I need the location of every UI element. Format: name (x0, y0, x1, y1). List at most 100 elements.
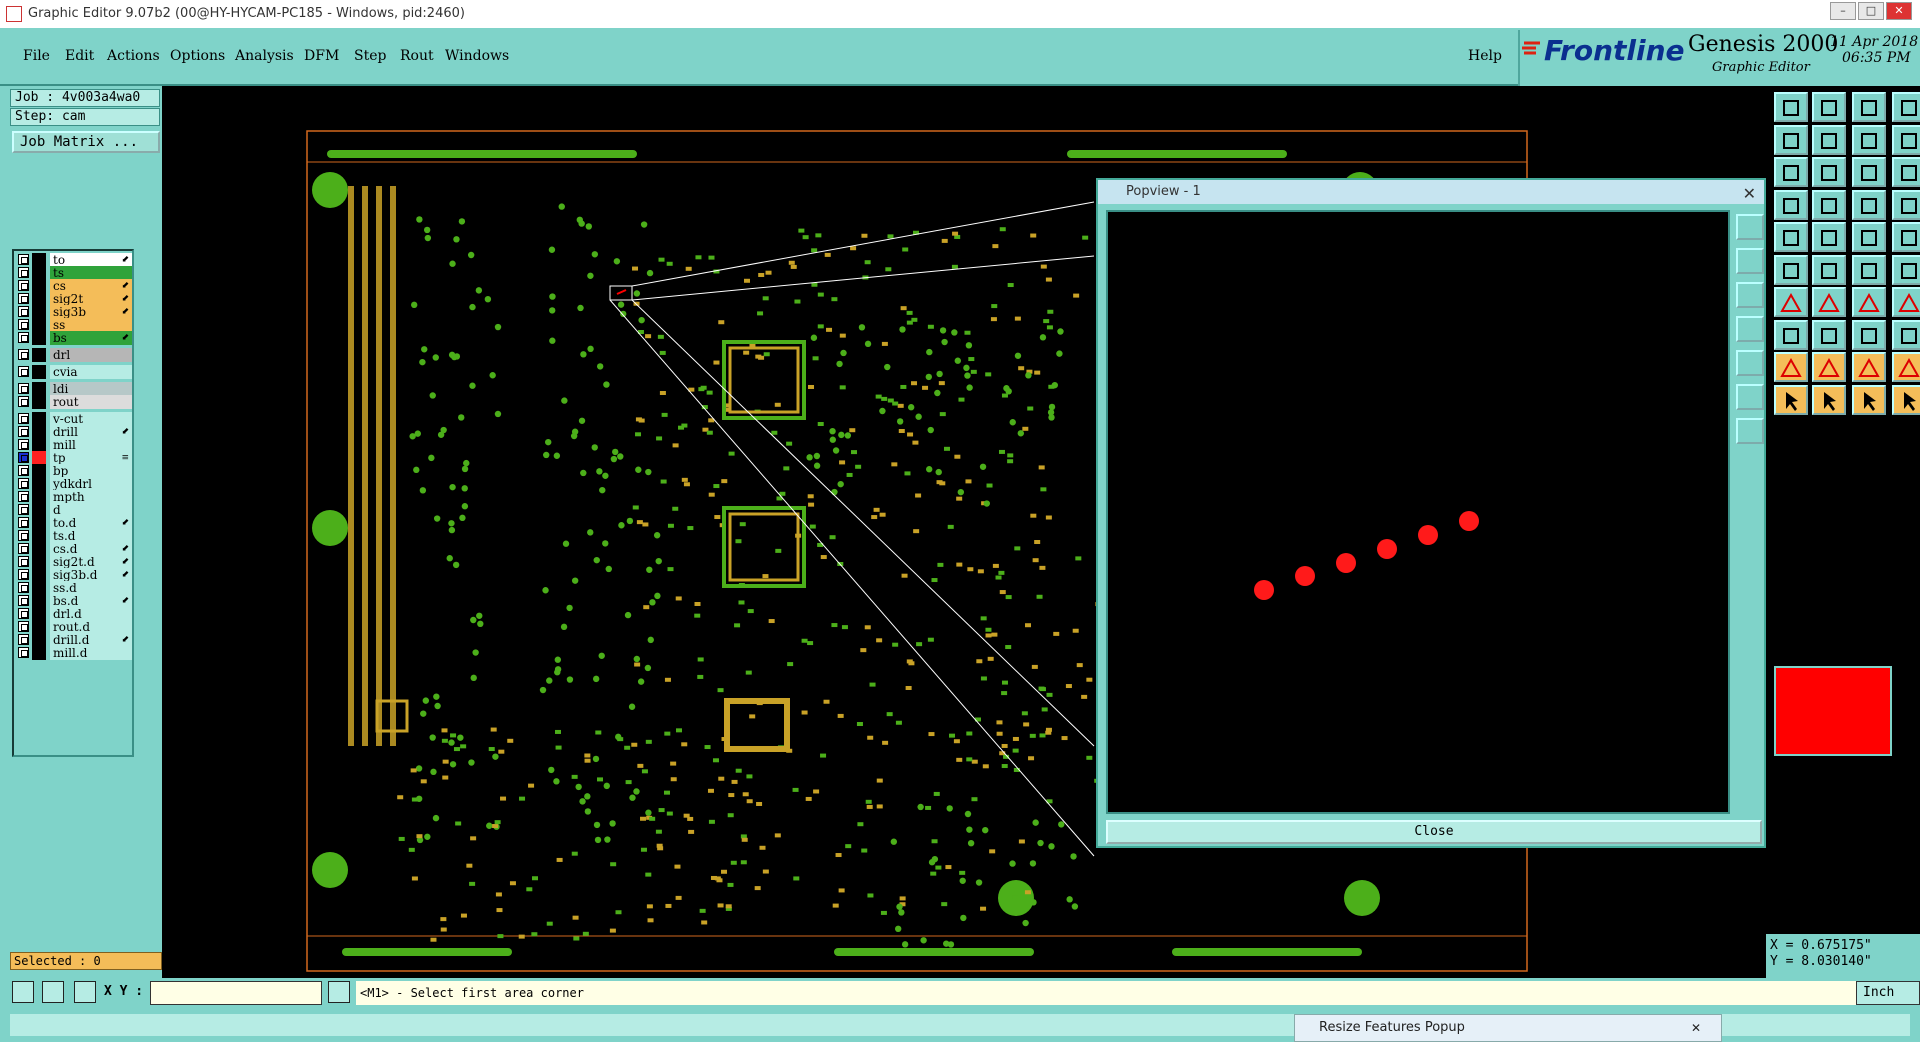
layer-row-ss.d[interactable]: ss.d (16, 581, 132, 595)
layer-color-swatch[interactable] (32, 581, 46, 595)
layer-row-to.d[interactable]: to.d ⬋ (16, 516, 132, 530)
triangle2-icon[interactable] (1812, 352, 1846, 382)
units-selector[interactable]: Inch (1856, 981, 1920, 1005)
layer-row-bs.d[interactable]: bs.d ⬋ (16, 594, 132, 608)
layer-color-swatch[interactable] (32, 253, 46, 267)
layer-name[interactable]: ss (50, 318, 132, 332)
layer-name[interactable]: cvia (50, 365, 132, 379)
layer-color-swatch[interactable] (32, 568, 46, 582)
layer-name[interactable]: drill.d ⬋ (50, 633, 132, 647)
layer-checkbox[interactable] (18, 478, 29, 489)
layer-row-sig2t[interactable]: sig2t ⬋ (16, 292, 132, 306)
slash-icon[interactable] (1774, 287, 1808, 317)
triangle4-icon[interactable] (1892, 352, 1920, 382)
layer-checkbox[interactable] (18, 569, 29, 580)
pad-icon[interactable] (1774, 222, 1808, 252)
xy-input[interactable] (150, 981, 322, 1005)
layer-name[interactable]: sig2t.d ⬋ (50, 555, 132, 569)
pv-pan-up-icon[interactable] (1736, 248, 1764, 274)
menu-options[interactable]: Options (170, 48, 225, 64)
layer-name[interactable]: drl (50, 348, 132, 362)
layer-checkbox[interactable] (18, 280, 29, 291)
layer-row-rout[interactable]: rout (16, 395, 132, 409)
layer-color-swatch[interactable] (32, 438, 46, 452)
layer-name[interactable]: to ⬋ (50, 253, 132, 267)
layer-row-mpth[interactable]: mpth (16, 490, 132, 504)
layer-checkbox[interactable] (18, 465, 29, 476)
layer-checkbox[interactable] (18, 530, 29, 541)
layer-row-bs[interactable]: bs ⬋ (16, 331, 132, 345)
layer-row-cs[interactable]: cs ⬋ (16, 279, 132, 293)
pv-pan-left-icon[interactable] (1736, 316, 1764, 342)
layer-color-swatch[interactable] (32, 607, 46, 621)
select2-icon[interactable] (1812, 384, 1846, 415)
layer-color-swatch[interactable] (32, 555, 46, 569)
layer-color-swatch[interactable] (32, 266, 46, 280)
help-icon[interactable] (1892, 124, 1920, 155)
layer-row-drill[interactable]: drill ⬋ (16, 425, 132, 439)
node-icon[interactable] (1774, 254, 1808, 285)
layer-name[interactable]: ydkdrl (50, 477, 132, 491)
layer-color-swatch[interactable] (32, 305, 46, 319)
layer-color-swatch[interactable] (32, 412, 46, 426)
layer-checkbox[interactable] (18, 517, 29, 528)
layer-color-swatch[interactable] (32, 464, 46, 478)
fiducial-icon[interactable] (1892, 254, 1920, 285)
popview-close-button[interactable]: Close (1106, 820, 1762, 844)
pv-zoom-out-icon[interactable] (1736, 418, 1764, 444)
layer-color-swatch[interactable] (32, 382, 46, 396)
layer-color-swatch[interactable] (32, 503, 46, 517)
text-icon[interactable] (1892, 287, 1920, 317)
square-icon[interactable] (1892, 319, 1920, 350)
layer-row-ydkdrl[interactable]: ydkdrl (16, 477, 132, 491)
layer-name[interactable]: drl.d (50, 607, 132, 621)
layer-checkbox[interactable] (18, 426, 29, 437)
resize-features-popup-tab[interactable]: Resize Features Popup ✕ (1294, 1014, 1722, 1042)
export-icon[interactable] (1812, 124, 1846, 155)
layer-name[interactable]: cs.d ⬋ (50, 542, 132, 556)
layer-color-swatch[interactable] (32, 490, 46, 504)
layer-color-swatch[interactable] (32, 529, 46, 543)
layer-row-rout.d[interactable]: rout.d (16, 620, 132, 634)
layer-color-swatch[interactable] (32, 279, 46, 293)
menu-rout[interactable]: Rout (400, 48, 434, 64)
arc-icon[interactable] (1852, 254, 1886, 285)
layer-name[interactable]: ts.d (50, 529, 132, 543)
layer-row-cs.d[interactable]: cs.d ⬋ (16, 542, 132, 556)
layer-name[interactable]: rout.d (50, 620, 132, 634)
layer-color-swatch[interactable] (32, 516, 46, 530)
menu-dfm[interactable]: DFM (304, 48, 339, 64)
layer-row-ss[interactable]: ss (16, 318, 132, 332)
layer-row-sig3b[interactable]: sig3b ⬋ (16, 305, 132, 319)
layer-row-drl.d[interactable]: drl.d (16, 607, 132, 621)
layer-checkbox[interactable] (18, 319, 29, 330)
layer-color-swatch[interactable] (32, 425, 46, 439)
layer-name[interactable]: ts (50, 266, 132, 280)
layer-checkbox[interactable] (18, 543, 29, 554)
slash2-icon[interactable] (1812, 287, 1846, 317)
zoom-icon[interactable] (1852, 157, 1886, 187)
layout-icon[interactable] (1892, 92, 1920, 122)
layer-row-ts.d[interactable]: ts.d (16, 529, 132, 543)
net-icon[interactable] (1852, 189, 1886, 220)
layer-name[interactable]: mill (50, 438, 132, 452)
pv-pan-down-icon[interactable] (1736, 282, 1764, 308)
menu-analysis[interactable]: Analysis (235, 48, 294, 64)
layer-color-swatch[interactable] (32, 594, 46, 608)
layer-name[interactable]: sig3b ⬋ (50, 305, 132, 319)
layer-name[interactable]: v-cut (50, 412, 132, 426)
layer-row-drl[interactable]: drl (16, 348, 132, 362)
layer-name[interactable]: d (50, 503, 132, 517)
layer-row-ts[interactable]: ts (16, 266, 132, 280)
maximize-button[interactable]: □ (1858, 2, 1884, 20)
layer-checkbox[interactable] (18, 396, 29, 407)
layer-name[interactable]: bp (50, 464, 132, 478)
layer-color-swatch[interactable] (32, 292, 46, 306)
layer-row-bp[interactable]: bp (16, 464, 132, 478)
triangle-icon[interactable] (1774, 352, 1808, 382)
window-icon[interactable] (1774, 157, 1808, 187)
layer-checkbox[interactable] (18, 267, 29, 278)
layer-color-swatch[interactable] (32, 477, 46, 491)
layer-checkbox[interactable] (18, 332, 29, 343)
pv-zoom-in-icon[interactable] (1736, 384, 1764, 410)
